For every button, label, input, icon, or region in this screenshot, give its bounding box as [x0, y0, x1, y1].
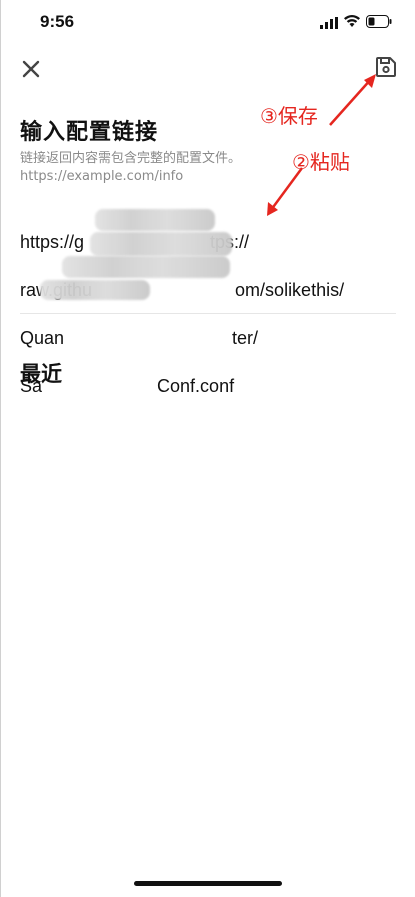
redaction-blur	[62, 256, 230, 278]
section-divider	[20, 313, 396, 314]
redaction-blur	[90, 232, 232, 256]
home-indicator	[134, 881, 282, 886]
annotation-arrow-save	[329, 74, 376, 126]
battery-icon	[366, 15, 392, 28]
cellular-signal-icon	[320, 17, 338, 29]
recent-section-title: 最近	[20, 362, 62, 386]
status-time: 9:56	[40, 12, 75, 31]
redaction-blur	[95, 209, 215, 231]
annotation-save-label: ③保存	[260, 104, 318, 128]
page-title: 输入配置链接	[20, 120, 159, 145]
redaction-blur	[40, 280, 150, 300]
screen-border	[0, 0, 1, 897]
url-line-3: Quan ter/	[20, 328, 259, 348]
url-line-4: Sa Conf.conf	[20, 376, 235, 396]
close-icon[interactable]	[18, 56, 44, 82]
status-bar: 9:56	[0, 0, 415, 44]
wifi-icon	[344, 15, 360, 27]
annotation-arrow-paste	[267, 167, 304, 216]
